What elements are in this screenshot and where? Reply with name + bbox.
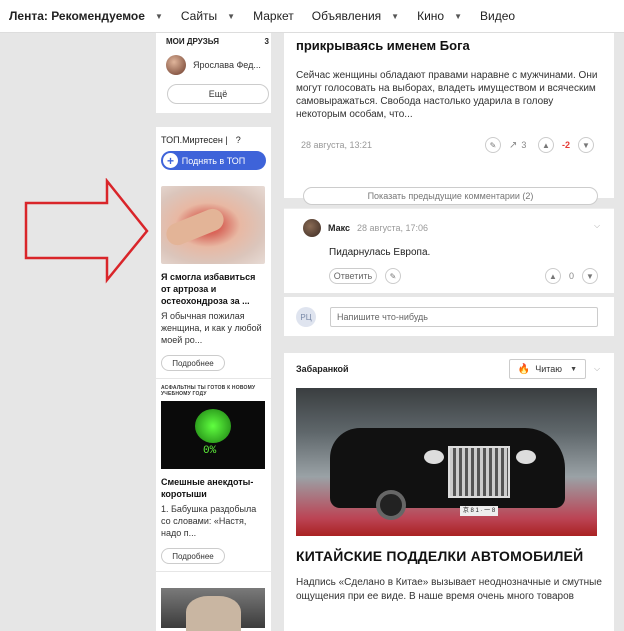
chevron-down-icon: ▼ xyxy=(570,365,577,373)
more-friends-button[interactable]: Ещё xyxy=(167,84,269,104)
reply-button[interactable]: Ответить xyxy=(329,268,377,284)
promo-title[interactable]: Смешные анекдоты-коротыши xyxy=(161,476,266,500)
friend-item[interactable]: Ярослава Фед... xyxy=(156,55,271,75)
chevron-down-icon[interactable]: ⌵ xyxy=(594,221,600,231)
article-text: Надпись «Сделано в Китае» вызывает неодн… xyxy=(296,577,602,602)
avatar xyxy=(166,55,186,75)
friends-widget: МОИ ДРУЗЬЯ 3 Ярослава Фед... Ещё xyxy=(156,33,271,113)
promo-image-portrait[interactable] xyxy=(161,588,265,631)
thumbs-up-icon[interactable]: ▲ xyxy=(538,137,554,153)
comment: ⌵ Макс 28 августа, 17:06 Пидарнулась Евр… xyxy=(284,208,614,293)
thumbs-down-icon[interactable]: ▼ xyxy=(578,137,595,153)
friend-name: Ярослава Фед... xyxy=(193,60,261,70)
comment-input[interactable]: Напишите что-нибудь xyxy=(330,307,598,327)
chevron-down-icon[interactable]: ⌵ xyxy=(594,364,600,374)
promo-title[interactable]: Я смогла избавиться от артроза и остеохо… xyxy=(161,271,266,307)
thumbs-down-icon[interactable]: ▼ xyxy=(582,268,599,284)
chevron-down-icon: ▼ xyxy=(227,11,236,21)
share-count: 3 xyxy=(521,140,527,150)
comment-score: 0 xyxy=(569,271,575,281)
nav-ads[interactable]: Объявления ▼ xyxy=(312,9,399,23)
plus-icon: + xyxy=(163,153,178,168)
nav-feed[interactable]: Лента: Рекомендуемое ▼ xyxy=(9,9,163,23)
share-icon[interactable]: ↗ xyxy=(509,140,517,151)
chevron-down-icon: ▼ xyxy=(154,11,163,21)
comment-date: 28 августа, 17:06 xyxy=(357,223,429,233)
article-title[interactable]: прикрываясь именем Бога xyxy=(296,38,602,53)
top-brand: ТОП.Миртесен | ? xyxy=(161,135,266,145)
top-promo-widget: ТОП.Миртесен | ? + Поднять в ТОП Я смогл… xyxy=(156,127,271,631)
promo-text: 1. Бабушка раздобыла со словами: «Настя,… xyxy=(161,504,257,538)
article-title[interactable]: КИТАЙСКИЕ ПОДДЕЛКИ АВТОМОБИЛЕЙ xyxy=(296,548,602,564)
comment-author[interactable]: Макс xyxy=(328,223,350,233)
promo-text: Я обычная пожилая женщина, и как у любой… xyxy=(161,311,262,345)
avatar[interactable] xyxy=(303,219,321,237)
reply-box: РЦ Напишите что-нибудь xyxy=(284,296,614,336)
promo-image-vaultboy[interactable]: 0% xyxy=(161,401,265,469)
chevron-down-icon: ▼ xyxy=(391,11,400,21)
top-nav: Лента: Рекомендуемое ▼ Сайты ▼ Маркет Объя… xyxy=(0,0,624,33)
fire-icon: 🔥 xyxy=(517,363,531,375)
red-arrow-annotation xyxy=(24,178,149,284)
nav-video[interactable]: Видео xyxy=(480,9,515,23)
thumbs-up-icon[interactable]: ▲ xyxy=(545,268,561,284)
friends-title: МОИ ДРУЗЬЯ xyxy=(166,37,219,46)
raise-to-top-label: Поднять в ТОП xyxy=(181,155,246,166)
promo-image-knee[interactable] xyxy=(161,186,265,264)
details-button[interactable]: Подробнее xyxy=(161,548,225,564)
pen-icon[interactable]: ✎ xyxy=(485,137,501,153)
article-card-2: ⌵ Забаранкой 🔥 Читаю ▼ 京 8 1 · 一 8 КИТАЙ… xyxy=(284,353,614,631)
raise-to-top-button[interactable]: + Поднять в ТОП xyxy=(161,151,266,170)
friends-count: 3 xyxy=(264,37,269,46)
top-brand-label: ТОП.Миртесен | xyxy=(161,135,228,145)
article-date: 28 августа, 13:21 xyxy=(301,140,373,150)
pen-icon[interactable]: ✎ xyxy=(385,268,401,284)
help-icon[interactable]: ? xyxy=(236,135,241,145)
article-photo-car[interactable]: 京 8 1 · 一 8 xyxy=(296,388,597,536)
show-previous-comments-button[interactable]: Показать предыдущие комментарии (2) xyxy=(303,187,598,205)
article-meta: 28 августа, 13:21 ✎ ↗ 3 ▲ -2 ▼ xyxy=(296,137,602,153)
divider xyxy=(156,571,271,572)
nav-sites[interactable]: Сайты ▼ xyxy=(181,9,235,23)
nav-market[interactable]: Маркет xyxy=(253,9,294,23)
nav-cinema[interactable]: Кино ▼ xyxy=(417,9,462,23)
avatar: РЦ xyxy=(296,307,316,327)
comment-text: Пидарнулась Европа. xyxy=(329,247,431,258)
article-text: Сейчас женщины обладают правами наравне … xyxy=(296,70,598,120)
article-card: прикрываясь именем Бога Сейчас женщины о… xyxy=(284,33,614,205)
promo-image-caption: 0% xyxy=(203,445,217,457)
chevron-down-icon: ▼ xyxy=(454,11,462,21)
divider xyxy=(156,378,271,379)
license-plate: 京 8 1 · 一 8 xyxy=(460,506,498,516)
reading-dropdown[interactable]: 🔥 Читаю ▼ xyxy=(508,359,586,379)
promo-banner-text: АСФАЛЬТНЫ ТЫ ГОТОВ К НОВОМУ УЧЕБНОМУ ГОД… xyxy=(161,385,256,397)
details-button[interactable]: Подробнее xyxy=(161,355,225,371)
source-name[interactable]: Забаранкой xyxy=(296,364,349,374)
article-score: -2 xyxy=(562,140,571,150)
